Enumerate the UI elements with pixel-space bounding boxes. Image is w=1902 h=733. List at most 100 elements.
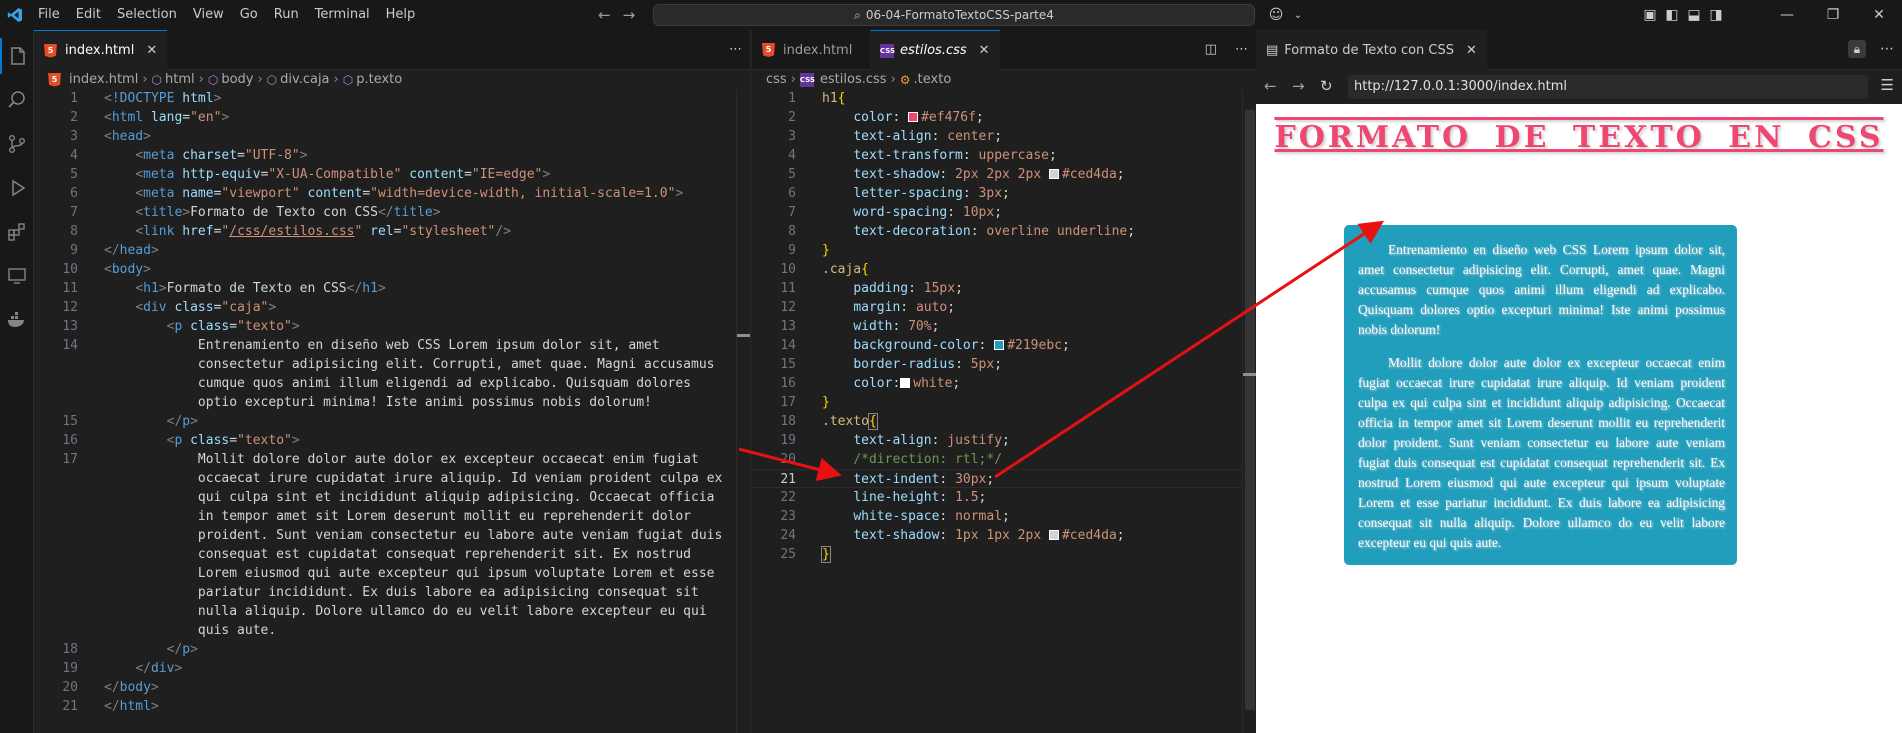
toggle-sidebar-icon[interactable]: ◧ xyxy=(1661,7,1683,23)
split-editor-icon[interactable]: ◫ xyxy=(1205,42,1217,57)
code-line[interactable]: 3 text-align: center; xyxy=(752,127,1256,146)
code-line[interactable]: 19 </div> xyxy=(34,659,750,678)
code-line[interactable]: 25} xyxy=(752,545,1256,564)
forward-arrow-icon[interactable]: → xyxy=(1292,77,1305,95)
run-debug-icon[interactable] xyxy=(0,170,34,206)
code-line[interactable]: 3 <head> xyxy=(34,127,750,146)
menu-help[interactable]: Help xyxy=(378,0,424,30)
close-icon[interactable]: ✕ xyxy=(979,43,990,58)
toggle-secondary-sidebar-icon[interactable]: ◨ xyxy=(1705,7,1727,23)
breadcrumb-item[interactable]: estilos.css xyxy=(820,72,887,87)
code-line[interactable]: Lorem eiusmod qui aute excepteur qui ips… xyxy=(34,564,750,583)
code-line[interactable]: optio excepturi minima! Iste animi possi… xyxy=(34,393,750,412)
menu-view[interactable]: View xyxy=(185,0,232,30)
more-actions-icon[interactable]: ⋯ xyxy=(729,42,742,57)
code-line[interactable]: consectetur adipisicing elit. Corrupti, … xyxy=(34,355,750,374)
back-arrow-icon[interactable]: ← xyxy=(598,6,611,24)
breadcrumb-item[interactable]: css xyxy=(766,72,787,87)
code-line[interactable]: 14 background-color: #219ebc; xyxy=(752,336,1256,355)
code-line[interactable]: 15 border-radius: 5px; xyxy=(752,355,1256,374)
code-line[interactable]: cumque quos animi illum eligendi ad expl… xyxy=(34,374,750,393)
code-line[interactable]: in tempor amet sit Lorem deserunt mollit… xyxy=(34,507,750,526)
code-line[interactable]: 17} xyxy=(752,393,1256,412)
breadcrumb-item[interactable]: html xyxy=(165,72,195,87)
back-arrow-icon[interactable]: ← xyxy=(1264,77,1277,95)
code-line[interactable]: quis aute. xyxy=(34,621,750,640)
code-line[interactable]: 22 line-height: 1.5; xyxy=(752,488,1256,507)
code-line[interactable]: 10 <body> xyxy=(34,260,750,279)
code-line[interactable]: 9 </head> xyxy=(34,241,750,260)
lock-icon[interactable]: 🔒︎ xyxy=(1848,40,1866,58)
code-line[interactable]: 23 white-space: normal; xyxy=(752,507,1256,526)
code-line[interactable]: proident. Sunt veniam consectetur eu lab… xyxy=(34,526,750,545)
code-line[interactable]: 2 <html lang="en"> xyxy=(34,108,750,127)
menu-go[interactable]: Go xyxy=(232,0,266,30)
code-line[interactable]: 4 text-transform: uppercase; xyxy=(752,146,1256,165)
code-line[interactable]: 6 <meta name="viewport" content="width=d… xyxy=(34,184,750,203)
code-line[interactable]: 5 text-shadow: 2px 2px 2px #ced4da; xyxy=(752,165,1256,184)
explorer-icon[interactable] xyxy=(0,38,34,74)
code-line[interactable]: 16 <p class="texto"> xyxy=(34,431,750,450)
code-line[interactable]: 1 h1{ xyxy=(752,89,1256,108)
code-line[interactable]: 7 <title>Formato de Texto con CSS</title… xyxy=(34,203,750,222)
menu-file[interactable]: File xyxy=(30,0,68,30)
code-line[interactable]: 14 Entrenamiento en diseño web CSS Lorem… xyxy=(34,336,750,355)
toggle-panel-icon[interactable]: ⬓ xyxy=(1683,7,1705,23)
menu-edit[interactable]: Edit xyxy=(68,0,109,30)
code-line[interactable]: 8 <link href="/css/estilos.css" rel="sty… xyxy=(34,222,750,241)
breadcrumb-item[interactable]: index.html xyxy=(69,72,138,87)
command-center-search[interactable]: ⌕ 06-04-FormatoTextoCSS-parte4 xyxy=(653,4,1255,26)
extensions-icon[interactable] xyxy=(0,214,34,250)
tab-estilos-css[interactable]: CSS estilos.css ✕ xyxy=(870,30,1000,70)
code-line[interactable]: 18 </p> xyxy=(34,640,750,659)
breadcrumb-item[interactable]: div.caja xyxy=(280,72,329,87)
code-line[interactable]: nulla aliquip. Dolore ullamco do eu veli… xyxy=(34,602,750,621)
code-line[interactable]: 10 .caja{ xyxy=(752,260,1256,279)
tab-index-html[interactable]: 5 index.html xyxy=(752,30,862,70)
code-line[interactable]: 11 <h1>Formato de Texto en CSS</h1> xyxy=(34,279,750,298)
minimize-icon[interactable]: — xyxy=(1764,0,1810,30)
code-line[interactable]: 16 color: white; xyxy=(752,374,1256,393)
code-line[interactable]: 1 <!DOCTYPE html> xyxy=(34,89,750,108)
forward-arrow-icon[interactable]: → xyxy=(623,6,636,24)
code-line[interactable]: 18 .texto{ xyxy=(752,412,1256,431)
code-line[interactable]: 6 letter-spacing: 3px; xyxy=(752,184,1256,203)
search-icon[interactable] xyxy=(0,82,34,118)
code-line[interactable]: 19 text-align: justify; xyxy=(752,431,1256,450)
hamburger-menu-icon[interactable]: ☰ xyxy=(1881,76,1894,94)
code-line[interactable]: 24 text-shadow: 1px 1px 2px #ced4da; xyxy=(752,526,1256,545)
code-line[interactable]: 17 Mollit dolore dolor aute dolor ex exc… xyxy=(34,450,750,469)
code-line[interactable]: 21 text-indent: 30px; xyxy=(752,469,1256,488)
code-editor-css[interactable]: 1 h1{2 color: #ef476f; 3 text-align: cente… xyxy=(752,89,1256,564)
menu-selection[interactable]: Selection xyxy=(109,0,185,30)
close-window-icon[interactable]: ✕ xyxy=(1856,0,1902,30)
code-line[interactable]: 11 padding: 15px; xyxy=(752,279,1256,298)
menu-run[interactable]: Run xyxy=(266,0,307,30)
close-icon[interactable]: ✕ xyxy=(146,43,157,58)
code-line[interactable]: 20 </body> xyxy=(34,678,750,697)
code-line[interactable]: 5 <meta http-equiv="X-UA-Compatible" con… xyxy=(34,165,750,184)
code-line[interactable]: occaecat irure cupidatat irure aliquip. … xyxy=(34,469,750,488)
restore-icon[interactable]: ❐ xyxy=(1810,0,1856,30)
code-line[interactable]: 12 <div class="caja"> xyxy=(34,298,750,317)
editor-scrollbar[interactable] xyxy=(1242,90,1256,733)
chevron-down-icon[interactable]: ⌄ xyxy=(1287,10,1309,21)
close-icon[interactable]: ✕ xyxy=(1466,43,1477,58)
breadcrumb-item[interactable]: .texto xyxy=(914,72,952,87)
tab-index-html[interactable]: 5 index.html ✕ xyxy=(34,30,168,70)
code-line[interactable]: 9} xyxy=(752,241,1256,260)
editor-scrollbar[interactable] xyxy=(736,90,750,733)
code-line[interactable]: 15 </p> xyxy=(34,412,750,431)
docker-icon[interactable] xyxy=(0,302,34,338)
more-actions-icon[interactable]: ⋯ xyxy=(1880,41,1894,57)
source-control-icon[interactable] xyxy=(0,126,34,162)
tab-browser-preview[interactable]: ▤ Formato de Texto con CSS ✕ xyxy=(1256,30,1487,70)
customize-layout-icon[interactable]: ▣ xyxy=(1639,7,1661,23)
code-line[interactable]: 20 /*direction: rtl;*/ xyxy=(752,450,1256,469)
code-line[interactable]: 4 <meta charset="UTF-8"> xyxy=(34,146,750,165)
remote-explorer-icon[interactable] xyxy=(0,258,34,294)
reload-icon[interactable]: ↻ xyxy=(1320,77,1333,95)
menu-terminal[interactable]: Terminal xyxy=(307,0,378,30)
code-line[interactable]: 8 text-decoration: overline underline; xyxy=(752,222,1256,241)
code-line[interactable]: 13 <p class="texto"> xyxy=(34,317,750,336)
